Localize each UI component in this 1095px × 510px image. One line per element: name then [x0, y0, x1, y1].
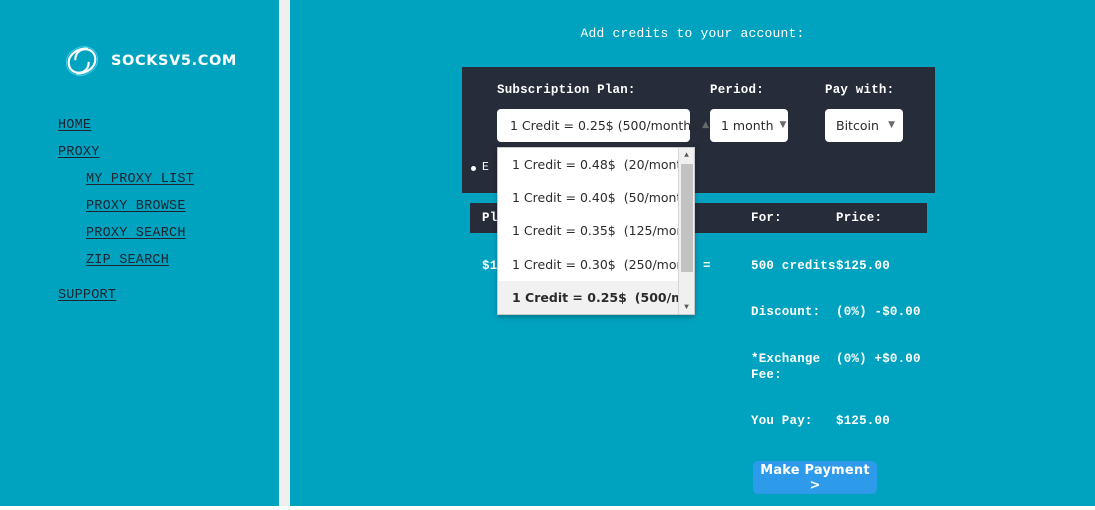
exchange-fee-note-text: E	[482, 161, 489, 174]
list-item-selected[interactable]: 1 Credit = 0.25$ (500/month)	[498, 280, 694, 314]
brand-name: SOCKSV5.COM	[111, 53, 237, 69]
row-price-cell: (0%) +$0.00	[836, 352, 921, 366]
subscription-plan-field: Subscription Plan: 1 Credit = 0.25$ (500…	[497, 82, 709, 142]
bottom-strip	[0, 506, 1095, 510]
brand-logo[interactable]: SOCKSV5.COM	[62, 40, 242, 82]
sidebar-item-zip-search[interactable]: ZIP SEARCH	[86, 253, 169, 268]
subscription-plan-option-list: 1 Credit = 0.48$ (20/month) 1 Credit = 0…	[498, 148, 694, 314]
list-item[interactable]: 1 Credit = 0.30$ (250/month)	[498, 248, 694, 281]
chevron-down-icon: ▼	[779, 120, 787, 130]
subscription-plan-value: 1 Credit = 0.25$ (500/month)	[510, 118, 697, 133]
period-field: Period: 1 month ▼	[710, 82, 788, 142]
pay-with-value: Bitcoin	[836, 118, 879, 133]
chevron-up-icon: ▲	[702, 120, 710, 130]
row-for-cell: Discount:	[751, 305, 821, 319]
sidebar-item-proxy-search[interactable]: PROXY SEARCH	[86, 226, 186, 241]
option-rate: 1 Credit = 0.30$	[512, 256, 616, 272]
sidebar-item-proxy-browse[interactable]: PROXY BROWSE	[86, 199, 186, 214]
scroll-up-arrow-icon[interactable]: ▲	[679, 148, 694, 162]
row-price-cell: $125.00	[836, 414, 890, 428]
page-root: SOCKSV5.COM HOME PROXY MY PROXY LIST PRO…	[0, 0, 1095, 510]
socks-loop-logo-icon	[65, 45, 99, 77]
row-price-cell: (0%) -$0.00	[836, 305, 921, 319]
row-price-cell: $125.00	[836, 259, 890, 273]
period-label: Period:	[710, 83, 764, 97]
pay-with-field: Pay with: Bitcoin ▼	[825, 82, 903, 142]
option-rate: 1 Credit = 0.40$	[512, 190, 616, 206]
list-item[interactable]: 1 Credit = 0.35$ (125/month)	[498, 214, 694, 247]
sidebar-item-my-proxy-list[interactable]: MY PROXY LIST	[86, 172, 194, 187]
main-content: Add credits to your account: Subscriptio…	[290, 0, 1095, 506]
chevron-down-icon: ▼	[888, 120, 895, 130]
sidebar-item-home[interactable]: HOME	[58, 118, 91, 133]
row-for-cell: You Pay:	[751, 414, 813, 428]
scroll-down-arrow-icon[interactable]: ▼	[679, 300, 694, 314]
column-header-price: Price:	[836, 211, 883, 225]
option-rate: 1 Credit = 0.48$	[512, 157, 616, 173]
list-item[interactable]: 1 Credit = 0.40$ (50/month)	[498, 181, 694, 214]
option-rate: 1 Credit = 0.35$	[512, 223, 616, 239]
scrollbar-thumb[interactable]	[680, 164, 693, 272]
sidebar: SOCKSV5.COM HOME PROXY MY PROXY LIST PRO…	[0, 0, 279, 506]
bullet-dot-icon	[471, 166, 476, 171]
sidebar-item-support[interactable]: SUPPORT	[58, 288, 116, 303]
subscription-plan-dropdown[interactable]: 1 Credit = 0.48$ (20/month) 1 Credit = 0…	[497, 147, 695, 315]
row-for-cell: *Exchange Fee:	[751, 352, 821, 382]
subscription-plan-select[interactable]: 1 Credit = 0.25$ (500/month) ▲	[497, 109, 709, 142]
period-select[interactable]: 1 month ▼	[710, 109, 788, 142]
exchange-fee-note: E	[471, 161, 489, 175]
period-value: 1 month	[721, 118, 774, 133]
sidebar-divider	[279, 0, 290, 506]
row-for-cell: 500 credits	[751, 259, 836, 273]
pay-with-select[interactable]: Bitcoin ▼	[825, 109, 903, 142]
row-equals-cell: =	[703, 259, 711, 273]
pay-with-label: Pay with:	[825, 83, 895, 97]
column-header-for: For:	[751, 211, 782, 225]
make-payment-button[interactable]: Make Payment >	[753, 461, 877, 494]
list-item[interactable]: 1 Credit = 0.48$ (20/month)	[498, 148, 694, 181]
sidebar-item-proxy[interactable]: PROXY	[58, 145, 100, 160]
page-title: Add credits to your account:	[580, 26, 805, 41]
option-rate: 1 Credit = 0.25$	[512, 289, 627, 305]
sidebar-nav: HOME PROXY MY PROXY LIST PROXY BROWSE PR…	[0, 118, 279, 315]
dropdown-scrollbar[interactable]: ▲ ▼	[678, 148, 694, 314]
subscription-plan-label: Subscription Plan:	[497, 83, 636, 97]
